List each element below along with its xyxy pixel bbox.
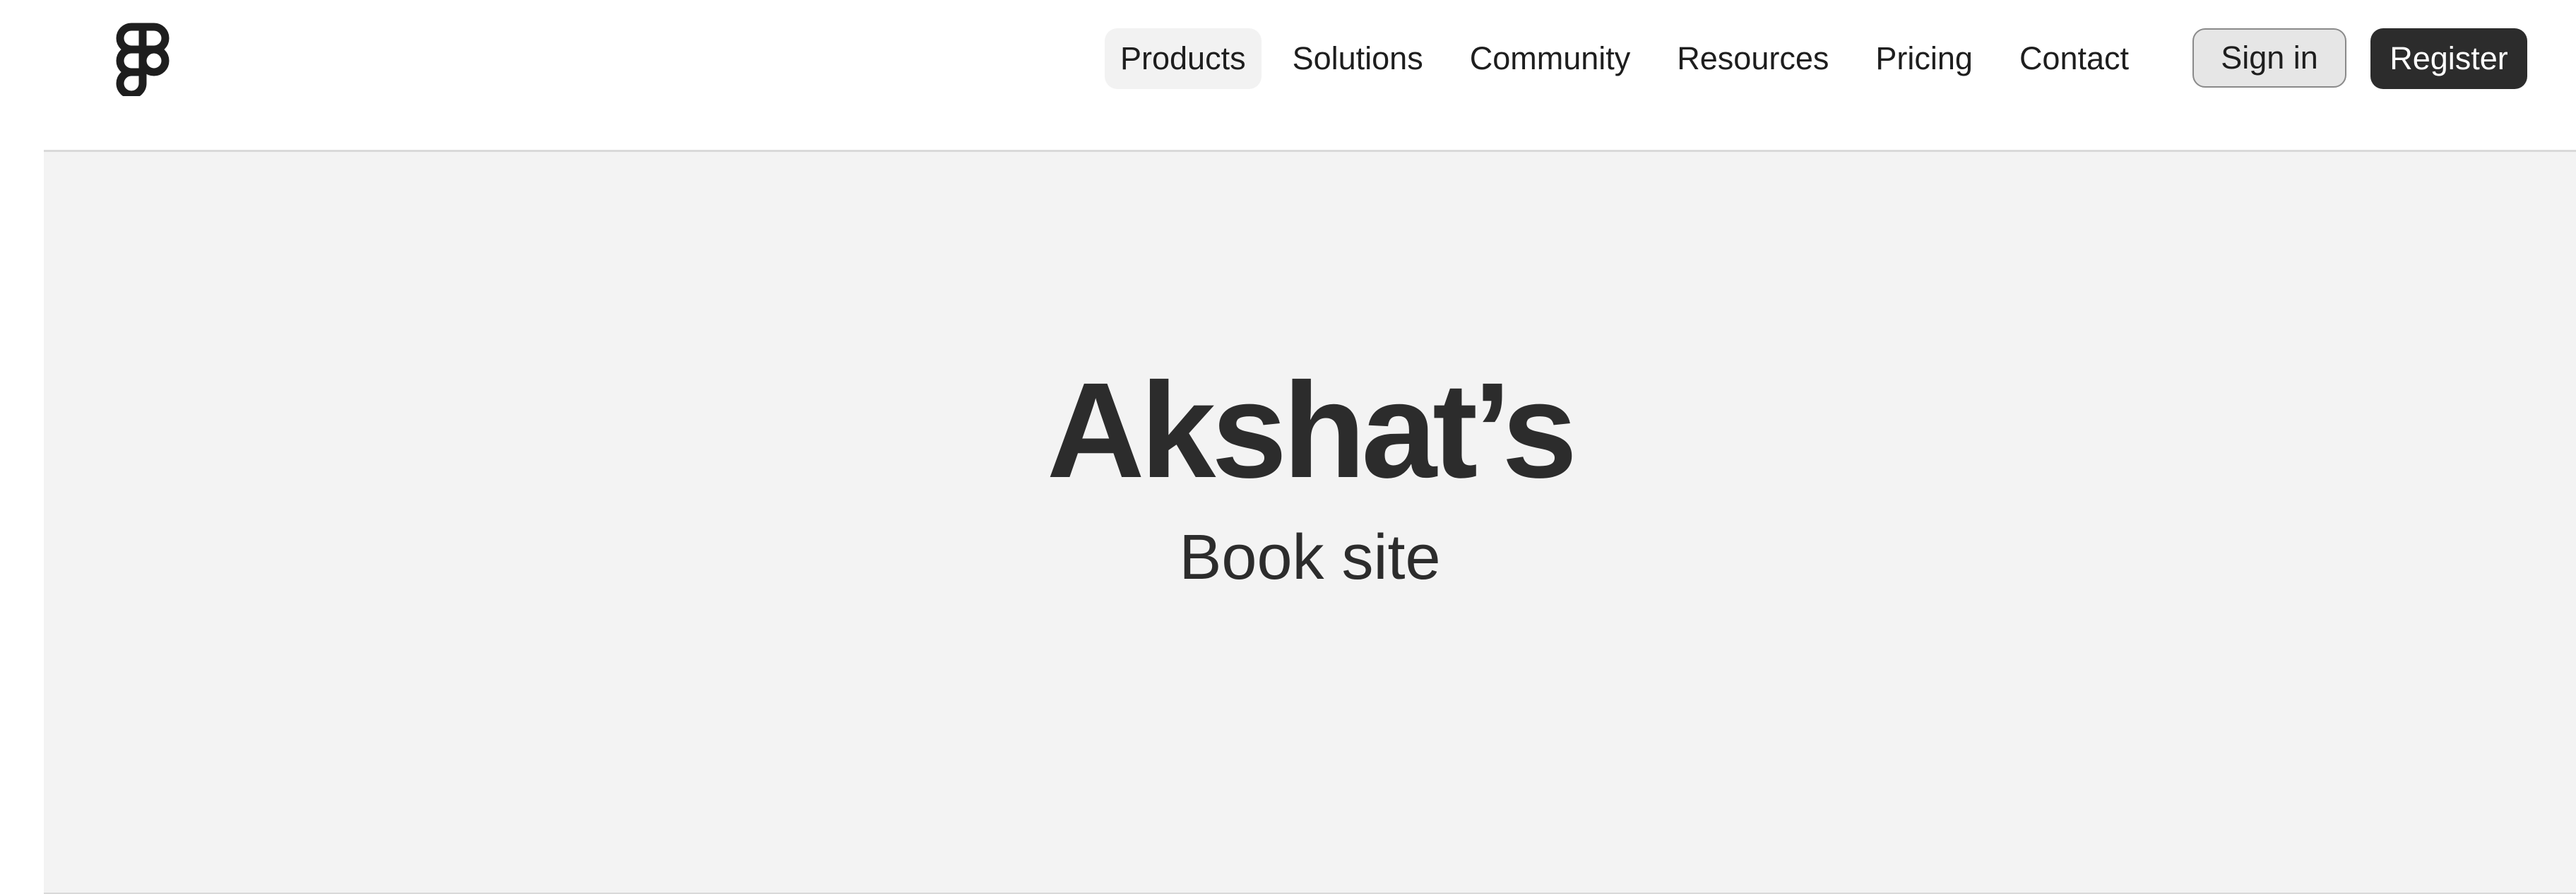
figma-logo-svg [116, 23, 170, 96]
nav-item-contact[interactable]: Contact [2004, 28, 2144, 89]
nav-item-products[interactable]: Products [1105, 28, 1262, 89]
nav-item-solutions[interactable]: Solutions [1277, 28, 1439, 89]
nav-item-resources[interactable]: Resources [1661, 28, 1844, 89]
site-header: Products Solutions Community Resources P… [0, 0, 2576, 150]
sign-in-button[interactable]: Sign in [2192, 28, 2346, 88]
main-nav: Products Solutions Community Resources P… [1105, 28, 2160, 89]
nav-item-pricing[interactable]: Pricing [1860, 28, 1988, 89]
figma-logo-icon[interactable] [116, 23, 170, 96]
page: Products Solutions Community Resources P… [0, 0, 2576, 894]
nav-item-community[interactable]: Community [1454, 28, 1646, 89]
hero-title: Akshat’s [1046, 354, 1577, 506]
hero-section: Akshat’s Book site [44, 150, 2576, 894]
hero-subtitle: Book site [1179, 522, 1441, 593]
register-button[interactable]: Register [2370, 28, 2527, 89]
